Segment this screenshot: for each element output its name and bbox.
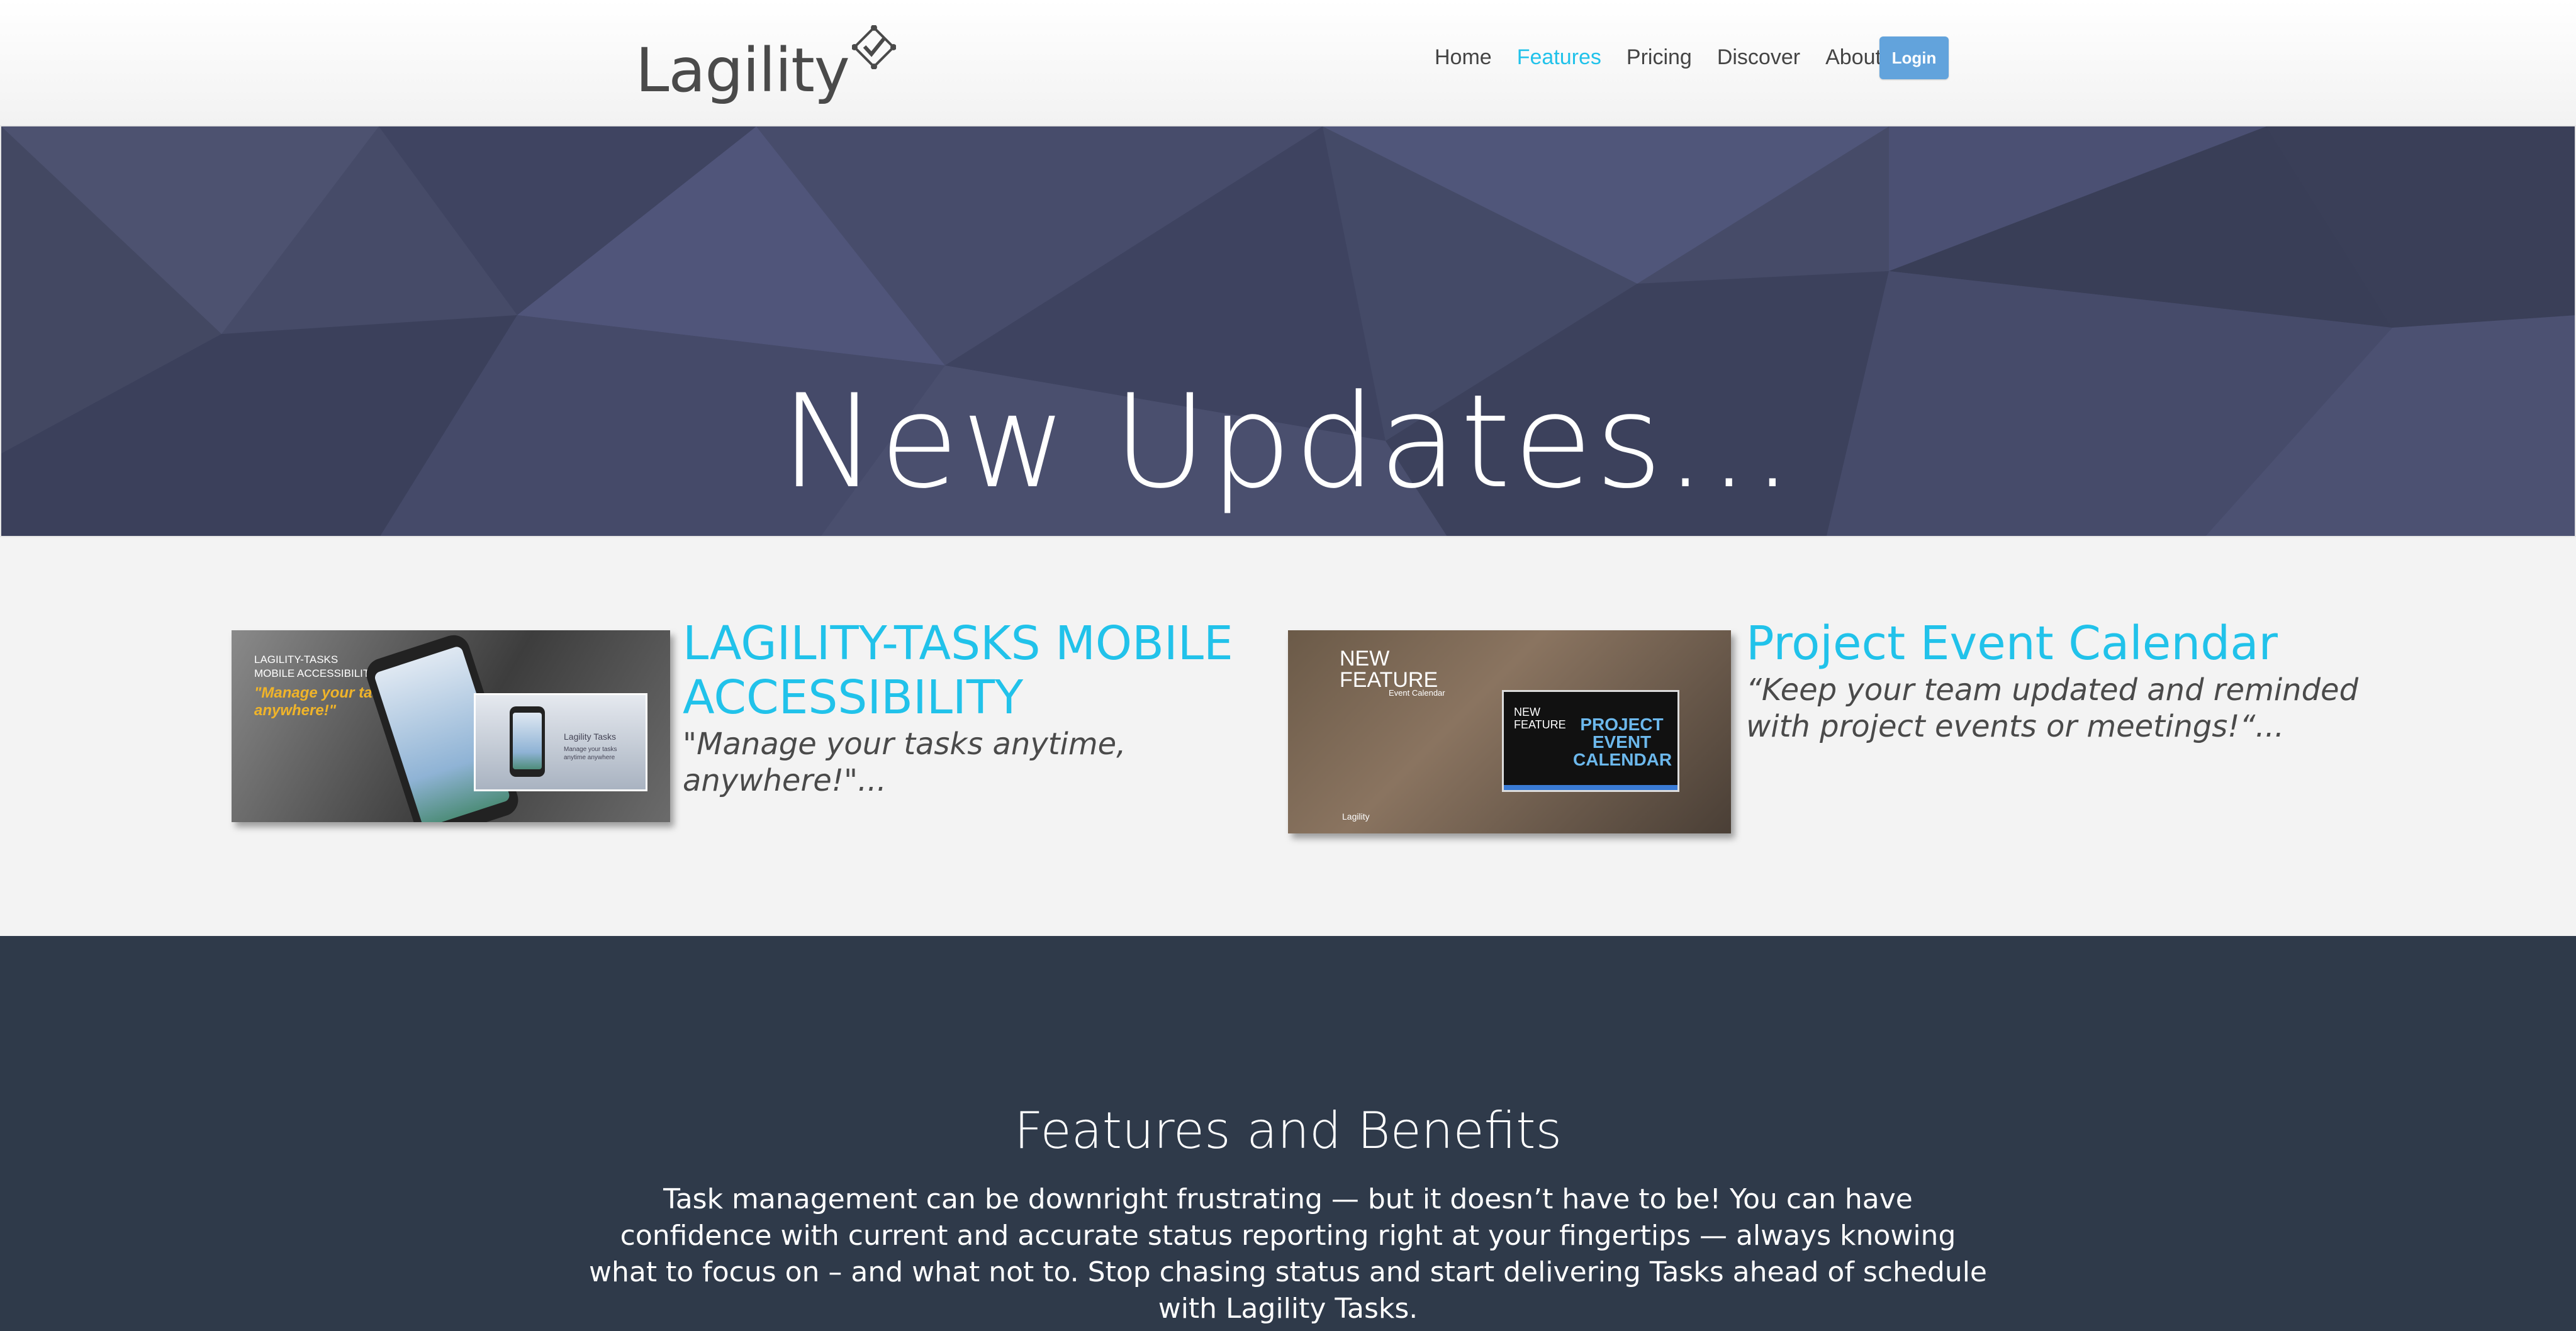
features-section: Features and Benefits Task management ca… [0,936,2576,1331]
nav-about[interactable]: About [1825,45,1881,70]
thumb-popup: NEW FEATURE PROJECT EVENT CALENDAR [1502,690,1679,792]
logo-text: Lagility [636,35,850,106]
hero-banner: New Updates... [0,125,2576,537]
update-quote-calendar: “Keep your team updated and reminded wit… [1746,672,2359,744]
updates-section: LAGILITY-TASKS MOBILE ACCESSIBILITY "Man… [0,537,2576,936]
update-title-calendar[interactable]: Project Event Calendar [1746,616,2375,671]
nav-home[interactable]: Home [1435,45,1492,70]
nav-discover[interactable]: Discover [1717,45,1800,70]
features-title: Features and Benefits [1014,1101,1562,1160]
event-calendar-thumbnail[interactable]: NEW FEATURE Event Calendar Lagility NEW … [1288,630,1731,833]
update-quote-mobile: "Manage your tasks anytime, anywhere!"..… [683,727,1126,798]
thumb-heading: LAGILITY-TASKS MOBILE ACCESSIBILITY [254,654,377,679]
thumb-heading: NEW FEATURE [1340,647,1438,692]
site-header: Lagility Home Features Pricing Discover … [0,0,2576,125]
nav-features[interactable]: Features [1517,45,1601,70]
main-nav: Home Features Pricing Discover About [1435,45,1907,70]
mobile-accessibility-thumbnail[interactable]: LAGILITY-TASKS MOBILE ACCESSIBILITY "Man… [232,630,670,822]
features-description: Task management can be downright frustra… [588,1183,1988,1325]
logo-checkmark-icon [851,25,896,69]
logo[interactable]: Lagility [636,25,896,101]
hero-title: New Updates... [780,367,1796,517]
update-title-mobile[interactable]: LAGILITY-TASKS MOBILE ACCESSIBILITY [683,616,1249,725]
thumb-popup: Lagility Tasks Manage your tasks anytime… [474,693,647,791]
login-button[interactable]: Login [1879,36,1949,79]
nav-pricing[interactable]: Pricing [1627,45,1692,70]
